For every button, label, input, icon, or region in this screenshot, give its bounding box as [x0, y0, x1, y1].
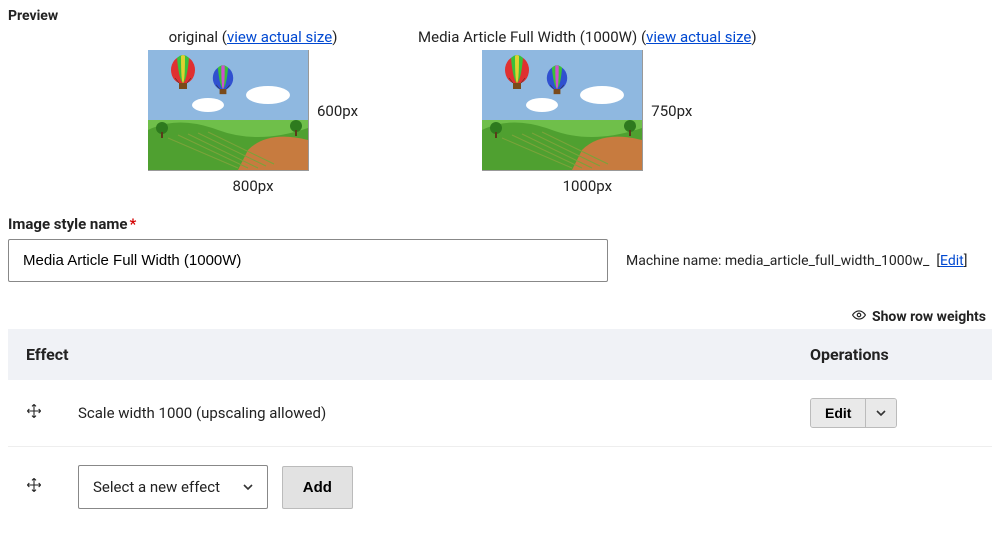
preview-styled-caption-prefix: Media Article Full Width (1000W) ( [418, 28, 646, 46]
preview-styled-link[interactable]: view actual size [646, 28, 751, 46]
edit-button[interactable]: Edit [811, 399, 866, 427]
table-row: Select a new effect Add [8, 447, 992, 528]
preview-original: original (view actual size) [148, 28, 358, 195]
preview-styled-width: 1000px [563, 177, 612, 195]
required-marker-icon: * [129, 215, 136, 233]
show-row-weights-label: Show row weights [872, 309, 986, 325]
preview-styled-caption: Media Article Full Width (1000W) (view a… [418, 28, 757, 46]
preview-original-caption-prefix: original ( [169, 28, 227, 46]
image-style-name-label: Image style name* [8, 215, 992, 233]
preview-styled-thumbnail [482, 50, 643, 171]
table-row: Scale width 1000 (upscaling allowed) Edi… [8, 380, 992, 447]
effects-table: Effect Operations Scale width 1000 (upsc… [8, 329, 992, 527]
effect-row-label: Scale width 1000 (upscaling allowed) [60, 380, 792, 447]
new-effect-select-value: Select a new effect [93, 478, 220, 496]
machine-name-edit-link[interactable]: Edit [940, 253, 964, 269]
preview-container: original (view actual size) [148, 28, 992, 195]
drag-handle-icon[interactable] [26, 403, 42, 423]
preview-original-thumbnail [148, 50, 309, 171]
machine-name-label: Machine name: [626, 253, 725, 269]
drag-handle-icon[interactable] [26, 477, 42, 497]
image-style-name-input[interactable] [8, 239, 608, 282]
preview-original-height: 600px [317, 102, 358, 120]
preview-section-label: Preview [8, 8, 992, 24]
edit-dropbutton: Edit [810, 398, 897, 428]
chevron-down-icon [876, 408, 886, 418]
preview-styled-caption-suffix: ) [751, 28, 756, 46]
preview-original-link[interactable]: view actual size [227, 28, 332, 46]
preview-original-caption: original (view actual size) [169, 28, 338, 46]
preview-original-caption-suffix: ) [332, 28, 337, 46]
preview-styled-height: 750px [651, 102, 692, 120]
image-style-name-label-text: Image style name [8, 215, 127, 233]
effects-col-operations: Operations [792, 329, 992, 380]
machine-name-value: media_article_full_width_1000w_ [725, 253, 930, 269]
new-effect-select[interactable]: Select a new effect [78, 465, 268, 509]
show-row-weights-toggle[interactable]: Show row weights [8, 308, 992, 325]
effects-col-effect: Effect [8, 329, 792, 380]
eye-icon [852, 308, 866, 325]
preview-original-width: 800px [233, 177, 274, 195]
add-effect-button[interactable]: Add [282, 466, 353, 509]
edit-dropdown-toggle[interactable] [866, 399, 896, 427]
chevron-down-icon [243, 478, 253, 496]
machine-name-display: Machine name: media_article_full_width_1… [626, 253, 967, 269]
preview-styled: Media Article Full Width (1000W) (view a… [418, 28, 757, 195]
